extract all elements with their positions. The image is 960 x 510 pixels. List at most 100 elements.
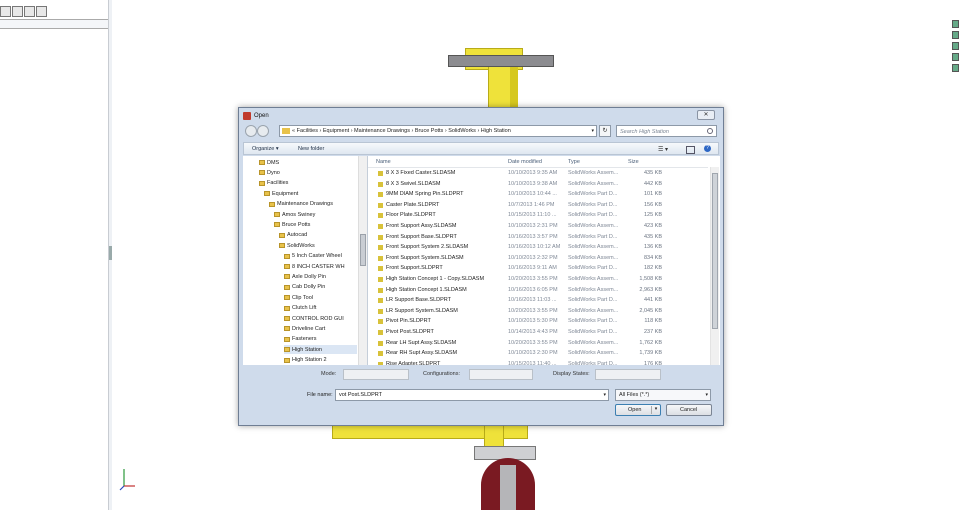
view-palette-icon[interactable] [952, 53, 959, 61]
scrollbar-thumb[interactable] [712, 173, 718, 329]
display-states-select[interactable] [595, 369, 661, 380]
tree-item[interactable]: Clutch Lift [284, 304, 357, 313]
column-name[interactable]: Name [376, 159, 391, 165]
tree-item[interactable]: Facilities [259, 179, 357, 188]
tree-item[interactable]: DMS [259, 158, 357, 167]
tree-item[interactable]: Fasteners [284, 335, 357, 344]
mode-select[interactable] [343, 369, 409, 380]
file-row[interactable]: Front Support Base.SLDPRT 10/16/2013 3:57… [368, 232, 708, 243]
file-row[interactable]: Pivot Pin.SLDPRT 10/10/2013 5:30 PM SolidW… [368, 316, 708, 327]
file-name: Front Support Base.SLDPRT [386, 233, 457, 240]
folder-icon [284, 284, 290, 290]
organize-menu[interactable]: Organize ▾ [252, 146, 279, 152]
file-name: Rise Adapter.SLDPRT [386, 360, 441, 365]
file-size: 182 KB [643, 265, 662, 272]
file-list-scrollbar[interactable] [710, 167, 719, 365]
address-bar[interactable]: « Facilities › Equipment › Maintenance D… [279, 125, 597, 137]
configuration-manager-icon[interactable] [24, 6, 35, 17]
column-type[interactable]: Type [568, 159, 580, 165]
solidworks-file-icon [378, 319, 383, 325]
forward-button[interactable] [257, 125, 269, 137]
new-folder-button[interactable]: New folder [298, 146, 324, 152]
design-library-icon[interactable] [952, 31, 959, 39]
preview-pane-icon[interactable] [686, 146, 695, 154]
file-row[interactable]: High Station Concept 1.SLDASM 10/16/2013 … [368, 285, 708, 296]
file-row[interactable]: 8 X 3 Fixed Caster.SLDASM 10/10/2013 9:35… [368, 168, 708, 179]
tree-item[interactable]: Driveline Cart [284, 324, 357, 333]
open-button[interactable]: Open ▾ [615, 404, 661, 416]
help-icon[interactable]: ? [704, 145, 711, 152]
close-button[interactable]: ✕ [697, 110, 715, 120]
cancel-button[interactable]: Cancel [666, 404, 712, 416]
display-manager-icon[interactable] [36, 6, 47, 17]
tree-item[interactable]: Clip Tool [284, 293, 357, 302]
tree-item[interactable]: Maintenance Drawings [269, 200, 357, 209]
file-row[interactable]: High Station Concept 1 - Copy.SLDASM 10/2… [368, 274, 708, 285]
search-input[interactable]: Search High Station [616, 125, 717, 137]
appearances-icon[interactable] [952, 64, 959, 72]
file-type: SolidWorks Part D... [568, 318, 618, 325]
resources-icon[interactable] [952, 20, 959, 28]
file-explorer-icon[interactable] [952, 42, 959, 50]
tree-item-label: High Station [292, 346, 322, 353]
folder-icon [279, 243, 285, 249]
file-name-input[interactable]: vot Post.SLDPRT ▾ [335, 389, 609, 401]
refresh-button[interactable]: ↻ [599, 125, 611, 137]
file-date: 10/20/2013 3:55 PM [508, 307, 558, 314]
feature-tree-icon[interactable] [0, 6, 11, 17]
file-row[interactable]: Front Support System.SLDASM 10/10/2013 2:… [368, 253, 708, 264]
file-row[interactable]: Rear LH Supt Assy.SLDASM 10/20/2013 3:55 … [368, 338, 708, 349]
folder-icon [264, 191, 270, 197]
file-list-header: Name Date modified Type Size [368, 156, 708, 168]
file-type: SolidWorks Assem... [568, 276, 619, 282]
tree-item[interactable]: 5 Inch Caster Wheel [284, 252, 357, 261]
tree-item[interactable]: High Station [284, 345, 357, 355]
tree-item[interactable]: Cab Dolly Pin [284, 283, 357, 292]
file-row[interactable]: 8 X 3 Swivel.SLDASM 10/10/2013 9:38 AM Sol… [368, 179, 708, 190]
configurations-select[interactable] [469, 369, 533, 380]
file-row[interactable]: LR Support System.SLDASM 10/20/2013 3:55 … [368, 306, 708, 317]
file-row[interactable]: Front Support Assy.SLDASM 10/10/2013 2:31… [368, 221, 708, 232]
file-row[interactable]: Front Support.SLDPRT 10/16/2013 9:11 AM So… [368, 263, 708, 274]
scrollbar-thumb[interactable] [360, 234, 366, 266]
tree-item[interactable]: Equipment [264, 189, 357, 198]
feature-manager-tabs [0, 6, 54, 18]
file-row[interactable]: LR Support Base.SLDPRT 10/16/2013 11:03 .… [368, 295, 708, 306]
tree-item[interactable]: CONTROL ROD GUI [284, 314, 357, 323]
solidworks-file-icon [378, 287, 383, 293]
file-row[interactable]: Front Support System 2.SLDASM 10/16/2013 … [368, 242, 708, 253]
file-row[interactable]: 9MM DIAM Spring Pin.SLDPRT 10/10/2013 10:… [368, 189, 708, 200]
file-row[interactable]: Caster Plate.SLDPRT 10/7/2013 1:46 PM Soli… [368, 200, 708, 211]
file-date: 10/16/2013 10:12 AM [508, 244, 561, 251]
tree-item[interactable]: Axle Dolly Pin [284, 272, 357, 281]
open-options-dropdown[interactable]: ▾ [651, 406, 660, 414]
chevron-down-icon: ▾ [705, 392, 708, 398]
tree-item[interactable]: SolidWorks [279, 241, 357, 250]
open-button-label: Open [628, 407, 642, 413]
feature-filter-bar[interactable] [0, 19, 108, 29]
file-type-select[interactable]: All Files (*.*) ▾ [615, 389, 711, 401]
tree-item[interactable]: High Station 2 [284, 356, 357, 365]
tree-item[interactable]: Autocad [279, 231, 357, 240]
file-row[interactable]: Floor Plate.SLDPRT 10/15/2013 11:10 ... So… [368, 210, 708, 221]
chevron-down-icon[interactable]: ▾ [603, 392, 606, 398]
tree-item[interactable]: Amos Swiney [274, 210, 357, 219]
file-name: High Station Concept 1 - Copy.SLDASM [386, 276, 485, 282]
column-date-modified[interactable]: Date modified [508, 159, 542, 165]
change-view-icon[interactable]: ☰ ▾ [658, 146, 668, 153]
file-name: 8 X 3 Fixed Caster.SLDASM [386, 170, 456, 176]
property-manager-icon[interactable] [12, 6, 23, 17]
file-row[interactable]: Rise Adapter.SLDPRT 10/15/2013 11:40 ... S… [368, 359, 708, 365]
file-row[interactable]: Pivot Post.SLDPRT 10/14/2013 4:43 PM Solid… [368, 327, 708, 338]
tree-item[interactable]: 8 INCH CASTER WH [284, 262, 357, 271]
tree-item[interactable]: Bruce Potts [274, 220, 357, 229]
file-date: 10/16/2013 3:57 PM [508, 233, 558, 240]
back-button[interactable] [245, 125, 257, 137]
file-row[interactable]: Rear RH Supt Assy.SLDASM 10/10/2013 2:30 … [368, 348, 708, 359]
tree-item[interactable]: Dyno [259, 168, 357, 177]
navigation-scrollbar[interactable] [358, 156, 367, 365]
file-date: 10/14/2013 4:43 PM [508, 329, 558, 335]
solidworks-file-icon [378, 202, 383, 208]
chevron-down-icon[interactable]: ▾ [591, 128, 594, 134]
column-size[interactable]: Size [628, 159, 639, 165]
